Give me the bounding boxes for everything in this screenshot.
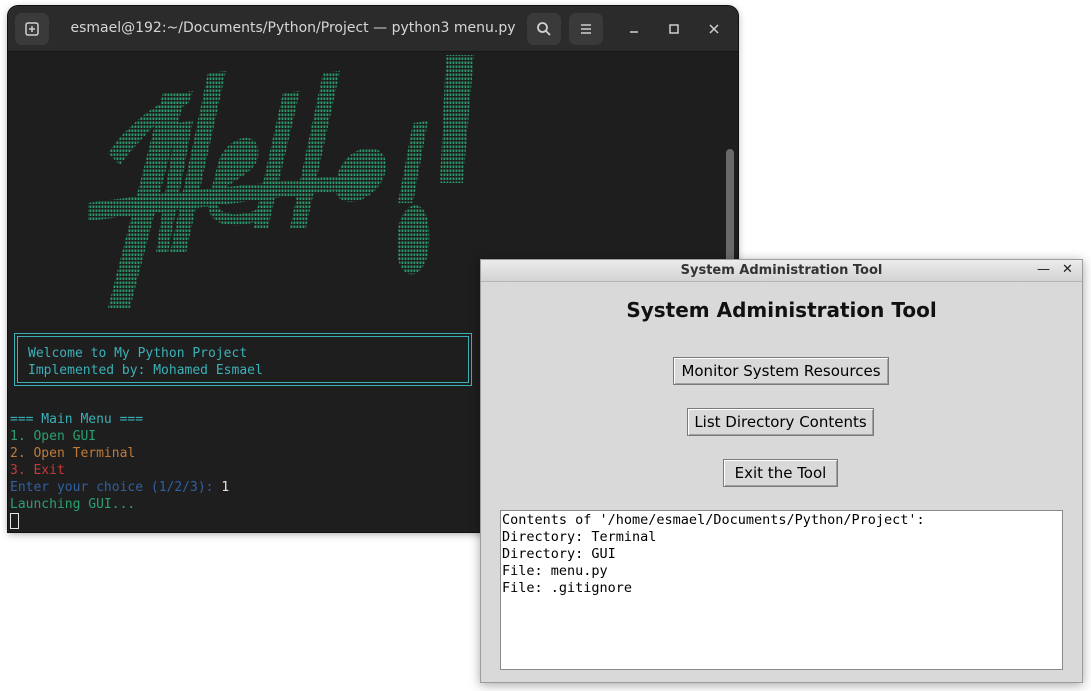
tk-titlebar[interactable]: System Administration Tool — ✕ [481, 260, 1082, 282]
search-icon [536, 21, 552, 37]
welcome-line: Welcome to My Python Project [28, 346, 248, 361]
output-line: Directory: Terminal [502, 529, 657, 545]
launch-status: Launching GUI... [10, 497, 136, 512]
menu-option-gui: 1. Open GUI [10, 429, 97, 444]
search-button[interactable] [527, 13, 561, 45]
sysadmin-tool-window[interactable]: System Administration Tool — ✕ System Ad… [480, 259, 1083, 683]
output-line: File: .gitignore [502, 580, 633, 596]
close-button[interactable] [704, 19, 724, 39]
terminal-cursor [10, 513, 19, 529]
choice-prompt: Enter your choice (1/2/3): [10, 480, 222, 495]
minimize-icon [628, 20, 640, 39]
terminal-titlebar[interactable]: esmael@192:~/Documents/Python/Project — … [8, 6, 738, 52]
maximize-icon [668, 20, 680, 39]
new-tab-button[interactable] [15, 13, 49, 45]
ascii-art-logo [88, 55, 474, 308]
menu-header: === Main Menu === [10, 412, 144, 427]
tk-window-title: System Administration Tool [680, 263, 883, 278]
minimize-icon[interactable]: — [1037, 262, 1050, 277]
exit-tool-button[interactable]: Exit the Tool [723, 459, 838, 487]
output-line: Directory: GUI [502, 546, 616, 562]
monitor-resources-button[interactable]: Monitor System Resources [673, 357, 889, 385]
terminal-title: esmael@192:~/Documents/Python/Project — … [70, 20, 516, 36]
close-icon [708, 20, 720, 39]
tool-heading: System Administration Tool [626, 298, 937, 322]
output-line: Contents of '/home/esmael/Documents/Pyth… [502, 512, 925, 528]
maximize-button[interactable] [664, 19, 684, 39]
hamburger-menu-icon [578, 21, 594, 37]
output-text-area[interactable]: Contents of '/home/esmael/Documents/Pyth… [500, 510, 1063, 670]
author-line: Implemented by: Mohamed Esmael [28, 363, 263, 378]
choice-input[interactable]: 1 [221, 480, 229, 495]
menu-button[interactable] [569, 13, 603, 45]
list-directory-button[interactable]: List Directory Contents [687, 408, 874, 436]
new-tab-icon [24, 21, 40, 37]
main-menu: === Main Menu === 1. Open GUI 2. Open Te… [10, 411, 229, 530]
menu-option-exit: 3. Exit [10, 463, 65, 478]
welcome-banner: Welcome to My Python Project Implemented… [14, 333, 472, 386]
close-icon[interactable]: ✕ [1062, 262, 1073, 277]
menu-option-terminal: 2. Open Terminal [10, 446, 136, 461]
minimize-button[interactable] [624, 19, 644, 39]
output-line: File: menu.py [502, 563, 608, 579]
